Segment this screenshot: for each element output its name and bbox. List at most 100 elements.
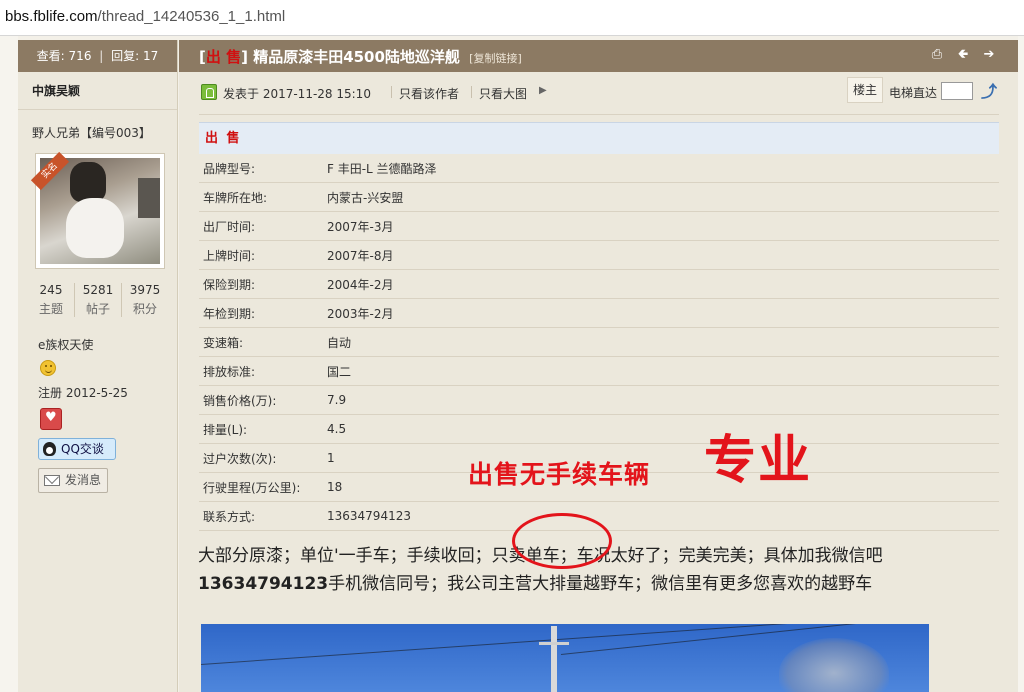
spec-value: F 丰田-L 兰德酷路泽 xyxy=(327,161,437,176)
spec-key: 出厂时间: xyxy=(203,219,256,234)
spec-value: 4.5 xyxy=(327,422,347,436)
thread-stats: 查看: 716 | 回复: 17 xyxy=(18,40,177,72)
elevator-input[interactable] xyxy=(941,82,973,100)
replies-count: 17 xyxy=(143,49,159,63)
table-row: 排量(L): 4.5 xyxy=(199,415,999,444)
annotation-text: 出售无手续车辆 xyxy=(468,460,651,489)
count-number: 3975 xyxy=(129,283,161,297)
spec-value: 7.9 xyxy=(327,393,347,407)
online-status-icon xyxy=(201,84,217,100)
url-text[interactable]: bbs.fblife.com/thread_14240536_1_1.html xyxy=(5,8,285,25)
post-body-phone: 13634794123 xyxy=(198,574,329,594)
send-message-label: 发消息 xyxy=(65,473,102,487)
send-message-button[interactable]: 发消息 xyxy=(38,468,108,493)
spec-key: 年检到期: xyxy=(203,306,256,321)
spec-value: 2007年-3月 xyxy=(327,219,394,234)
count-points[interactable]: 3975 积分 xyxy=(122,283,168,317)
spec-value: 2007年-8月 xyxy=(327,248,394,263)
spec-key: 行驶里程(万公里): xyxy=(203,480,301,495)
print-icon[interactable]: ⎙ xyxy=(930,48,944,62)
user-panel: 查看: 716 | 回复: 17 中旗吴颖 野人兄弟【编号003】 实名 245… xyxy=(18,40,178,692)
table-row: 车牌所在地: 内蒙古-兴安盟 xyxy=(199,183,999,212)
table-row: 变速箱: 自动 xyxy=(199,328,999,357)
count-topics[interactable]: 245 主题 xyxy=(28,283,75,317)
post-body-text: 手机微信同号；我公司主营大排量越野车；微信里有更多您喜欢的越野车 xyxy=(328,574,873,594)
spec-value: 国二 xyxy=(327,364,352,379)
elevator-label: 电梯直达 xyxy=(889,86,938,100)
post-title: [出 售] 精品原漆丰田4500陆地巡洋舰 [复制链接] xyxy=(199,46,522,67)
spec-value: 内蒙古-兴安盟 xyxy=(327,190,404,205)
count-label: 积分 xyxy=(132,302,157,316)
qq-chat-button[interactable]: QQ交谈 xyxy=(38,438,116,460)
spec-heading: 出 售 xyxy=(199,122,999,154)
arrow-left-icon[interactable]: 🢀 xyxy=(956,48,970,62)
count-number: 5281 xyxy=(82,283,114,297)
arrow-right-icon[interactable]: ➔ xyxy=(982,48,996,62)
spec-value: 13634794123 xyxy=(327,509,411,523)
spec-key: 变速箱: xyxy=(203,335,244,350)
medal-icon[interactable] xyxy=(40,408,62,430)
post-title-bar: [出 售] 精品原漆丰田4500陆地巡洋舰 [复制链接] ⎙ 🢀 ➔ xyxy=(179,40,1018,72)
smiley-icon xyxy=(40,360,56,376)
avatar[interactable]: 实名 xyxy=(30,151,165,269)
photo-tree xyxy=(779,638,889,692)
url-host: bbs.fblife.com xyxy=(5,8,98,25)
views-label: 查看: xyxy=(36,49,65,63)
meta-separator xyxy=(391,86,392,98)
title-text: 精品原漆丰田4500陆地巡洋舰 xyxy=(253,48,460,66)
table-row: 年检到期: 2003年-2月 xyxy=(199,299,999,328)
post-photo[interactable] xyxy=(201,624,929,692)
envelope-icon xyxy=(44,475,60,486)
divider xyxy=(199,114,999,115)
title-bracket-open: [ xyxy=(199,48,206,66)
url-path: /thread_14240536_1_1.html xyxy=(97,8,286,25)
meta-separator xyxy=(471,86,472,98)
spec-key: 联系方式: xyxy=(203,509,256,524)
spec-value: 自动 xyxy=(327,335,352,350)
spec-key: 品牌型号: xyxy=(203,161,256,176)
avatar-dog xyxy=(66,198,124,258)
avatar-photo xyxy=(40,158,160,264)
user-title: 野人兄弟【编号003】 xyxy=(32,126,151,140)
title-sale-tag[interactable]: 出 售 xyxy=(206,48,241,66)
spec-key: 销售价格(万): xyxy=(203,393,277,408)
annotation-big-text: 专业 xyxy=(704,431,813,491)
stats-separator: | xyxy=(99,49,104,63)
avatar-car xyxy=(138,178,160,218)
user-counts: 245 主题 5281 帖子 3975 积分 xyxy=(28,283,168,317)
spec-key: 过户次数(次): xyxy=(203,451,277,466)
only-author-link[interactable]: 只看该作者 xyxy=(399,85,459,102)
avatar-person xyxy=(70,162,106,202)
elevator-go-icon[interactable]: ⤴ xyxy=(979,82,999,102)
title-bracket-close: ] xyxy=(241,48,248,66)
annotation-circle xyxy=(512,513,612,569)
qq-penguin-icon xyxy=(43,442,56,456)
browser-address-bar[interactable]: bbs.fblife.com/thread_14240536_1_1.html xyxy=(0,0,1024,36)
username[interactable]: 中旗吴颖 xyxy=(18,72,177,110)
copy-link-button[interactable]: [复制链接] xyxy=(469,52,522,65)
count-number: 245 xyxy=(39,283,63,297)
spec-key: 上牌时间: xyxy=(203,248,256,263)
views-count: 716 xyxy=(68,49,92,63)
spec-key: 排放标准: xyxy=(203,364,256,379)
table-row: 出厂时间: 2007年-3月 xyxy=(199,212,999,241)
table-row: 排放标准: 国二 xyxy=(199,357,999,386)
photo-pole xyxy=(551,626,557,692)
caret-right-icon[interactable]: ▶ xyxy=(539,85,547,96)
table-row: 品牌型号: F 丰田-L 兰德酷路泽 xyxy=(199,154,999,183)
spec-value: 2004年-2月 xyxy=(327,277,394,292)
user-group: e族权天使 xyxy=(38,338,94,352)
post-time: 发表于 2017-11-28 15:10 xyxy=(223,87,371,101)
spec-key: 车牌所在地: xyxy=(203,190,268,205)
photo-pole-bar xyxy=(539,642,569,645)
replies-label: 回复: xyxy=(111,49,140,63)
table-row: 上牌时间: 2007年-8月 xyxy=(199,241,999,270)
floor-badge[interactable]: 楼主 xyxy=(847,77,883,103)
large-image-link[interactable]: 只看大图 xyxy=(479,85,527,102)
spec-key: 保险到期: xyxy=(203,277,256,292)
count-posts[interactable]: 5281 帖子 xyxy=(75,283,122,317)
title-tools: ⎙ 🢀 ➔ xyxy=(930,48,996,62)
post-body-line: 13634794123手机微信同号；我公司主营大排量越野车；微信里有更多您喜欢的… xyxy=(198,570,998,598)
spec-value: 2003年-2月 xyxy=(327,306,394,321)
table-row: 销售价格(万): 7.9 xyxy=(199,386,999,415)
